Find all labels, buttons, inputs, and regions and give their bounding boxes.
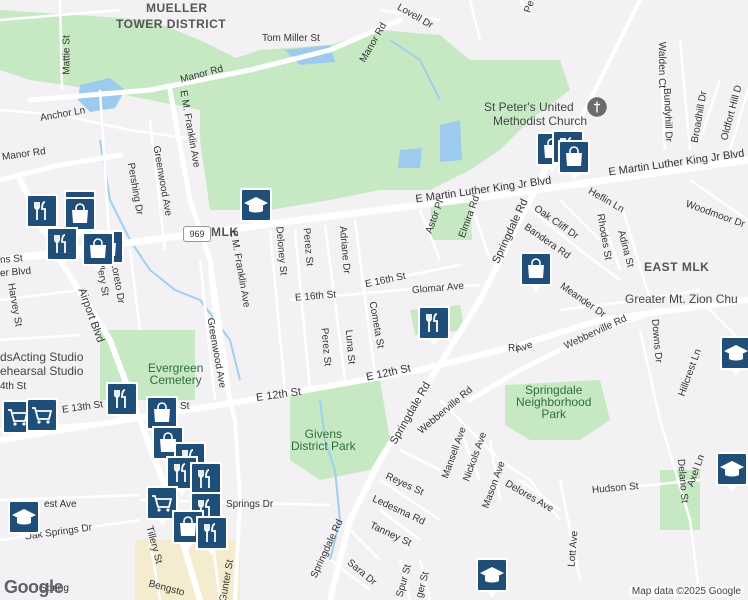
place-label-methodist: Methodist Church [493, 114, 588, 128]
district-label-mueller: MUELLER [146, 1, 208, 15]
restaurant-icon [46, 227, 78, 267]
street-label: Perez St [318, 327, 333, 367]
place-label-studio2: ehearsal Studio [0, 364, 84, 378]
poi-pin[interactable] [238, 186, 274, 230]
map-attribution[interactable]: Map data ©2025 Google [628, 586, 744, 597]
school-icon [716, 452, 748, 492]
poi-pin[interactable] [24, 396, 60, 440]
school-icon [476, 558, 508, 598]
street-label: Mattie St [61, 35, 73, 75]
school-icon [8, 500, 40, 540]
poi-pin[interactable] [518, 250, 554, 294]
street-label: est Ave [44, 499, 77, 510]
district-label-tower: TOWER DISTRICT [116, 17, 227, 31]
school-icon [240, 188, 272, 228]
poi-pin[interactable] [6, 498, 42, 542]
street-label: Springs Dr [226, 499, 274, 510]
school-icon [720, 336, 748, 376]
street-label: Tom Miller St [262, 33, 320, 44]
poi-pin[interactable] [44, 225, 80, 269]
water-area [398, 148, 422, 168]
park-label-givens: Givens District Park [291, 427, 356, 453]
place-label-st-peters: St Peter's United [484, 100, 574, 114]
poi-pin[interactable] [80, 230, 116, 274]
park-label-springdale: Springdale Neighborhood Park [516, 383, 592, 421]
street-label: Luna St [342, 329, 357, 365]
poi-pin[interactable] [194, 514, 230, 558]
street-label: St [180, 401, 190, 412]
place-label-mt-zion: Greater Mt. Zion Chu [625, 292, 738, 306]
street-label: Walden Ct [656, 41, 668, 89]
church-icon [587, 97, 607, 117]
street-label: 4th St [0, 381, 27, 392]
street-label: Bundyhill Dr [661, 87, 674, 143]
poi-pin[interactable] [474, 556, 510, 600]
shopping-icon [520, 252, 552, 292]
poi-pin[interactable] [556, 138, 592, 182]
restaurant-icon [418, 306, 450, 346]
poi-pin[interactable] [104, 380, 140, 424]
church-marker[interactable] [586, 96, 622, 140]
google-logo[interactable]: Google [4, 577, 64, 598]
shopping-icon [558, 140, 590, 180]
grocery-icon [26, 398, 58, 438]
water-area [440, 120, 462, 162]
map-canvas[interactable]: 969 MUELLER TOWER DISTRICT EAST MLK MLK … [0, 0, 748, 600]
poi-pin[interactable] [416, 304, 452, 348]
restaurant-icon [196, 516, 228, 556]
street-label: ns St [0, 253, 24, 266]
place-label-studio: dsActing Studio [0, 350, 84, 364]
restaurant-icon [106, 382, 138, 422]
poi-pin[interactable] [718, 334, 748, 378]
poi-pin[interactable] [714, 450, 748, 494]
shopping-icon [82, 232, 114, 272]
route-shield: 969 [183, 226, 211, 242]
park-label-evergreen: Evergreen Cemetery [148, 361, 204, 387]
street-label: Perez St [300, 227, 315, 267]
district-label-east-mlk: EAST MLK [644, 260, 710, 274]
